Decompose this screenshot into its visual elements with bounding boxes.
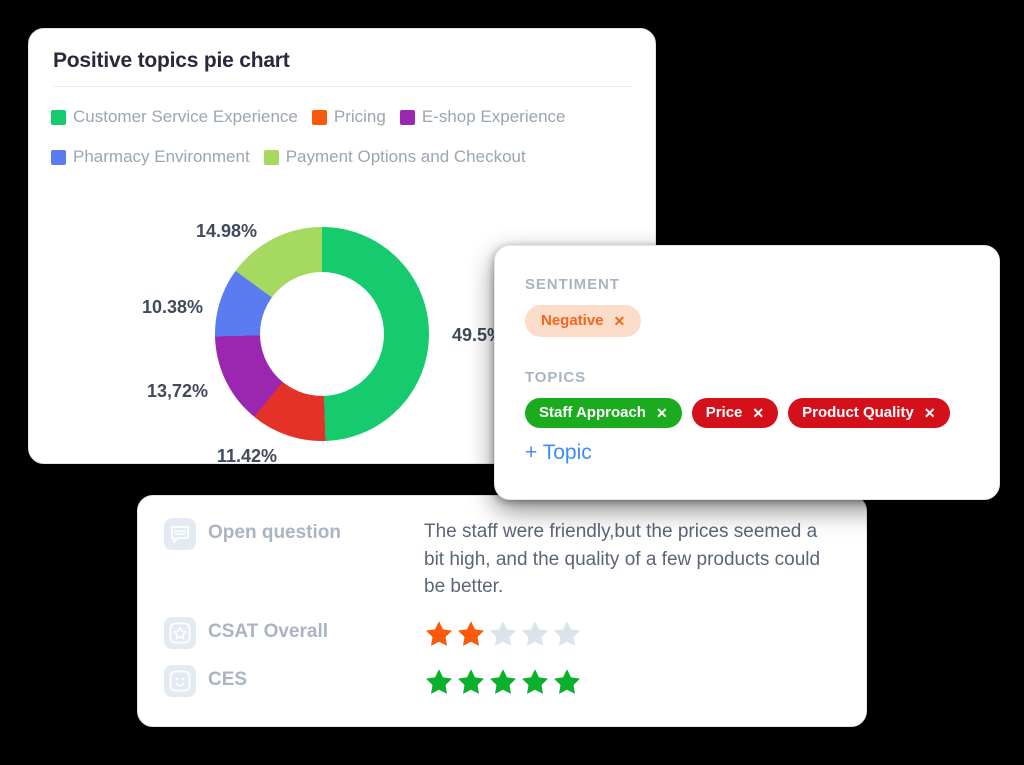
star-filled-icon[interactable] (424, 619, 454, 649)
legend-item[interactable]: Payment Options and Checkout (263, 139, 526, 175)
donut-hole (260, 272, 384, 396)
star-filled-icon[interactable] (520, 667, 550, 697)
legend-swatch-icon (263, 149, 279, 165)
star-rating[interactable] (424, 665, 582, 697)
legend-item-label: Pricing (333, 107, 386, 126)
add-topic-button[interactable]: + Topic (525, 441, 592, 465)
feedback-row-label: CES (208, 668, 248, 690)
star-empty-icon[interactable] (552, 619, 582, 649)
feedback-detail-card: Open question The staff were friendly,but… (137, 495, 867, 727)
topic-chip-label: Product Quality (802, 404, 914, 421)
legend-item[interactable]: E-shop Experience (399, 99, 566, 135)
topic-chip-label: Price (705, 404, 743, 421)
slice-label-1: 11.42% (217, 446, 278, 466)
legend-item[interactable]: Customer Service Experience (51, 99, 298, 135)
topics-chip-row: Staff Approach ✕ Price ✕ Product Quality ✕ (525, 398, 969, 428)
comment-icon (164, 518, 196, 550)
star-filled-icon[interactable] (456, 619, 486, 649)
slice-label-4: 14.98% (196, 221, 258, 241)
legend-swatch-icon (311, 109, 327, 125)
star-filled-icon[interactable] (552, 667, 582, 697)
star-rating[interactable] (424, 617, 582, 649)
legend-item-label: Payment Options and Checkout (285, 147, 526, 166)
feedback-row-label: CSAT Overall (208, 620, 329, 642)
feedback-row-label: Open question (208, 522, 341, 543)
sentiment-chip-label: Negative (541, 312, 604, 329)
star-box-icon (164, 616, 196, 649)
close-icon[interactable]: ✕ (656, 406, 668, 420)
legend-item-label: Customer Service Experience (73, 107, 298, 126)
star-filled-icon[interactable] (456, 667, 486, 697)
legend-swatch-icon (51, 109, 66, 125)
sentiment-section-label: SENTIMENT (525, 276, 620, 293)
topic-chip[interactable]: Staff Approach ✕ (525, 398, 682, 428)
legend-item[interactable]: Pharmacy Environment (51, 139, 250, 175)
legend-item-label: Pharmacy Environment (73, 147, 250, 166)
star-empty-icon[interactable] (488, 619, 518, 649)
slice-label-3: 10.38% (142, 297, 204, 317)
slice-label-2: 13,72% (147, 381, 209, 401)
close-icon[interactable]: ✕ (752, 406, 764, 420)
feedback-row: CSAT Overall (164, 616, 840, 649)
topic-chip[interactable]: Product Quality ✕ (788, 398, 950, 428)
star-filled-icon[interactable] (488, 667, 518, 697)
sentiment-chip[interactable]: Negative ✕ (525, 305, 642, 337)
screen: Positive topics pie chart Customer Servi… (0, 0, 1024, 765)
legend-item-label: E-shop Experience (421, 107, 566, 126)
title-divider (53, 86, 631, 87)
legend-swatch-icon (51, 149, 66, 165)
open-question-answer: The staff were friendly,but the prices s… (424, 521, 821, 598)
topic-chip-label: Staff Approach (539, 404, 646, 421)
feedback-row: Open question The staff were friendly,but… (164, 518, 840, 601)
topics-section-label: TOPICS (525, 369, 586, 386)
topic-chip[interactable]: Price ✕ (691, 398, 779, 428)
donut-chart (215, 227, 429, 441)
close-icon[interactable]: ✕ (924, 406, 936, 420)
star-empty-icon[interactable] (520, 619, 550, 649)
legend-swatch-icon (399, 109, 415, 125)
page-title: Positive topics pie chart (53, 49, 290, 72)
smiley-box-icon (164, 664, 196, 697)
close-icon[interactable]: ✕ (614, 314, 626, 328)
feedback-rows: Open question The staff were friendly,but… (164, 518, 840, 697)
sentiment-topics-panel: SENTIMENT Negative ✕ TOPICS Staff Approac… (494, 245, 1000, 500)
sentiment-chip-row: Negative ✕ (525, 305, 969, 337)
chart-legend: Customer Service Experience Pricing E-shop… (51, 99, 645, 175)
feedback-row: CES (164, 664, 840, 697)
star-filled-icon[interactable] (424, 667, 454, 697)
legend-item[interactable]: Pricing (311, 99, 386, 135)
